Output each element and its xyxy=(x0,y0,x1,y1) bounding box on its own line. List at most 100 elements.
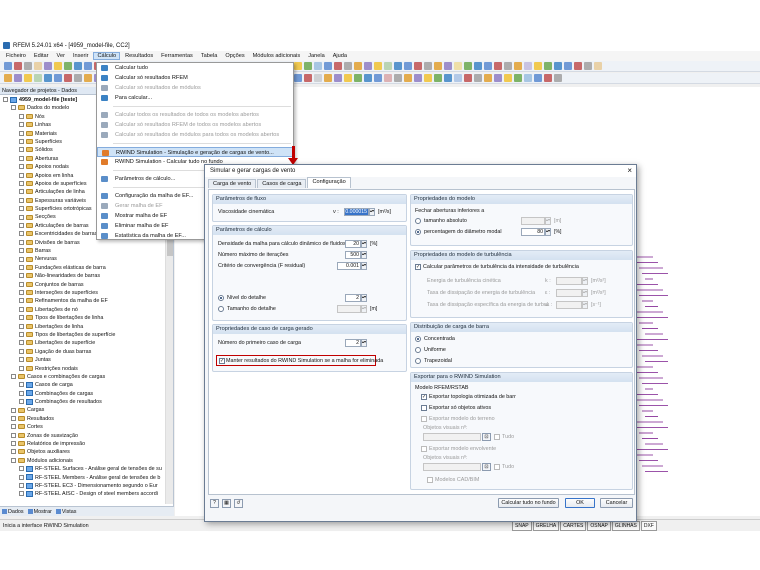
expand-toggle-icon[interactable] xyxy=(19,306,24,312)
toolbar-button-icon[interactable] xyxy=(464,62,472,70)
tree-item[interactable]: RF-STEEL Members - Análise geral de tens… xyxy=(0,474,165,482)
expand-toggle-icon[interactable] xyxy=(19,298,24,304)
toolbar-button-icon[interactable] xyxy=(394,74,402,82)
expand-toggle-icon[interactable] xyxy=(19,399,24,405)
toolbar-button-icon[interactable] xyxy=(384,74,392,82)
toolbar-button-icon[interactable] xyxy=(504,74,512,82)
menu-item[interactable]: Ajuda xyxy=(330,53,350,59)
omega-input[interactable] xyxy=(556,301,582,309)
toolbar-button-icon[interactable] xyxy=(594,62,602,70)
toolbar-button-icon[interactable] xyxy=(534,74,542,82)
viscosity-input[interactable]: 0.000015 xyxy=(344,208,369,216)
toolbar-button-icon[interactable] xyxy=(454,74,462,82)
tree-item[interactable]: Cortes xyxy=(0,423,165,431)
expand-toggle-icon[interactable] xyxy=(19,130,24,136)
toolbar-button-icon[interactable] xyxy=(34,74,42,82)
toolbar-button-icon[interactable] xyxy=(444,62,452,70)
expand-toggle-icon[interactable] xyxy=(19,222,24,228)
calculate-background-button[interactable]: Calcular tudo no fundo xyxy=(498,498,559,508)
toolbar-button-icon[interactable] xyxy=(374,74,382,82)
expand-toggle-icon[interactable] xyxy=(19,390,24,396)
expand-toggle-icon[interactable] xyxy=(19,281,24,287)
calculation-menu-item[interactable]: Calcular só resultados de módulos xyxy=(97,83,293,93)
tree-item[interactable]: Tipos de libertações de superfície xyxy=(0,331,165,339)
expand-toggle-icon[interactable] xyxy=(19,122,24,128)
toolbar-button-icon[interactable] xyxy=(334,74,342,82)
tree-item[interactable]: Combinações de cargas xyxy=(0,390,165,398)
status-toggle[interactable]: CARTES xyxy=(560,521,587,531)
epsilon-stepper[interactable]: ▴▾ xyxy=(582,289,588,297)
expand-toggle-icon[interactable] xyxy=(19,206,24,212)
expand-toggle-icon[interactable] xyxy=(19,248,24,254)
expand-toggle-icon[interactable] xyxy=(11,415,16,421)
toolbar-button-icon[interactable] xyxy=(54,62,62,70)
percent-diameter-radio[interactable] xyxy=(415,229,421,235)
toolbar-button-icon[interactable] xyxy=(4,74,12,82)
expand-toggle-icon[interactable] xyxy=(11,432,16,438)
tree-item[interactable]: Módulos adicionais xyxy=(0,457,165,465)
absolute-size-input[interactable] xyxy=(521,217,545,225)
expand-toggle-icon[interactable] xyxy=(11,105,16,111)
tree-item[interactable]: RF-STEEL EC3 - Dimensionamento segundo o… xyxy=(0,482,165,490)
menu-item[interactable]: Módulos adicionais xyxy=(250,53,304,59)
menu-item[interactable]: Ver xyxy=(54,53,68,59)
expand-toggle-icon[interactable] xyxy=(19,323,24,329)
cad-models-checkbox[interactable] xyxy=(427,477,433,483)
toolbar-button-icon[interactable] xyxy=(364,62,372,70)
calculation-menu-item[interactable]: Para calcular... xyxy=(97,93,293,103)
menu-item[interactable]: Ferramentas xyxy=(158,53,196,59)
toolbar-button-icon[interactable] xyxy=(484,62,492,70)
detail-size-radio[interactable] xyxy=(218,306,224,312)
default-icon[interactable]: ↺ xyxy=(234,499,243,508)
tree-item[interactable]: Restrições nodais xyxy=(0,365,165,373)
export-active-checkbox[interactable] xyxy=(421,405,427,411)
absolute-size-stepper[interactable]: ▴▾ xyxy=(545,217,551,225)
expand-toggle-icon[interactable] xyxy=(19,172,24,178)
tab-configuration[interactable]: Configuração xyxy=(307,177,351,188)
tree-item[interactable]: Ligação de duas barras xyxy=(0,348,165,356)
toolbar-button-icon[interactable] xyxy=(534,62,542,70)
tree-item[interactable]: Libertações de nó xyxy=(0,306,165,314)
expand-toggle-icon[interactable] xyxy=(19,264,24,270)
visual-objects-input[interactable] xyxy=(423,433,481,441)
tree-item[interactable]: Conjuntos de barras xyxy=(0,281,165,289)
toolbar-button-icon[interactable] xyxy=(494,74,502,82)
toolbar-button-icon[interactable] xyxy=(514,62,522,70)
all-objects2-checkbox[interactable] xyxy=(494,464,500,470)
toolbar-button-icon[interactable] xyxy=(514,74,522,82)
keep-results-checkbox[interactable]: ✓ xyxy=(219,358,225,364)
toolbar-button-icon[interactable] xyxy=(344,62,352,70)
close-icon[interactable]: × xyxy=(627,165,632,177)
toolbar-button-icon[interactable] xyxy=(34,62,42,70)
toolbar-button-icon[interactable] xyxy=(414,74,422,82)
expand-toggle-icon[interactable] xyxy=(19,357,24,363)
toolbar-button-icon[interactable] xyxy=(584,62,592,70)
nav-tab-data[interactable]: Dados xyxy=(2,509,24,515)
tree-item[interactable]: Cargas xyxy=(0,406,165,414)
toolbar-button-icon[interactable] xyxy=(564,62,572,70)
uniform-radio[interactable] xyxy=(415,347,421,353)
tree-item[interactable]: Interseções de superfícies xyxy=(0,289,165,297)
toolbar-button-icon[interactable] xyxy=(544,62,552,70)
expand-toggle-icon[interactable] xyxy=(19,332,24,338)
status-toggle[interactable]: GLINHAS xyxy=(611,521,640,531)
expand-toggle-icon[interactable] xyxy=(19,164,24,170)
expand-toggle-icon[interactable] xyxy=(19,147,24,153)
toolbar-button-icon[interactable] xyxy=(574,62,582,70)
calculation-menu-item[interactable]: Calcular só resultados RFEM xyxy=(97,73,293,83)
first-lc-stepper[interactable]: ▴▾ xyxy=(361,339,367,347)
toolbar-button-icon[interactable] xyxy=(314,62,322,70)
expand-toggle-icon[interactable] xyxy=(11,407,16,413)
status-toggle[interactable]: SNAP xyxy=(512,521,532,531)
toolbar-button-icon[interactable] xyxy=(344,74,352,82)
tree-item[interactable]: Refinamentos da malha de EF xyxy=(0,297,165,305)
expand-toggle-icon[interactable] xyxy=(19,231,24,237)
toolbar-button-icon[interactable] xyxy=(354,74,362,82)
toolbar-button-icon[interactable] xyxy=(494,62,502,70)
nav-tab-views[interactable]: Vistas xyxy=(55,509,76,515)
first-lc-input[interactable]: 2 xyxy=(345,339,361,347)
percent-diameter-stepper[interactable]: ▴▾ xyxy=(545,228,551,236)
toolbar-button-icon[interactable] xyxy=(554,74,562,82)
tree-item[interactable]: Barras xyxy=(0,247,165,255)
toolbar-button-icon[interactable] xyxy=(84,74,92,82)
